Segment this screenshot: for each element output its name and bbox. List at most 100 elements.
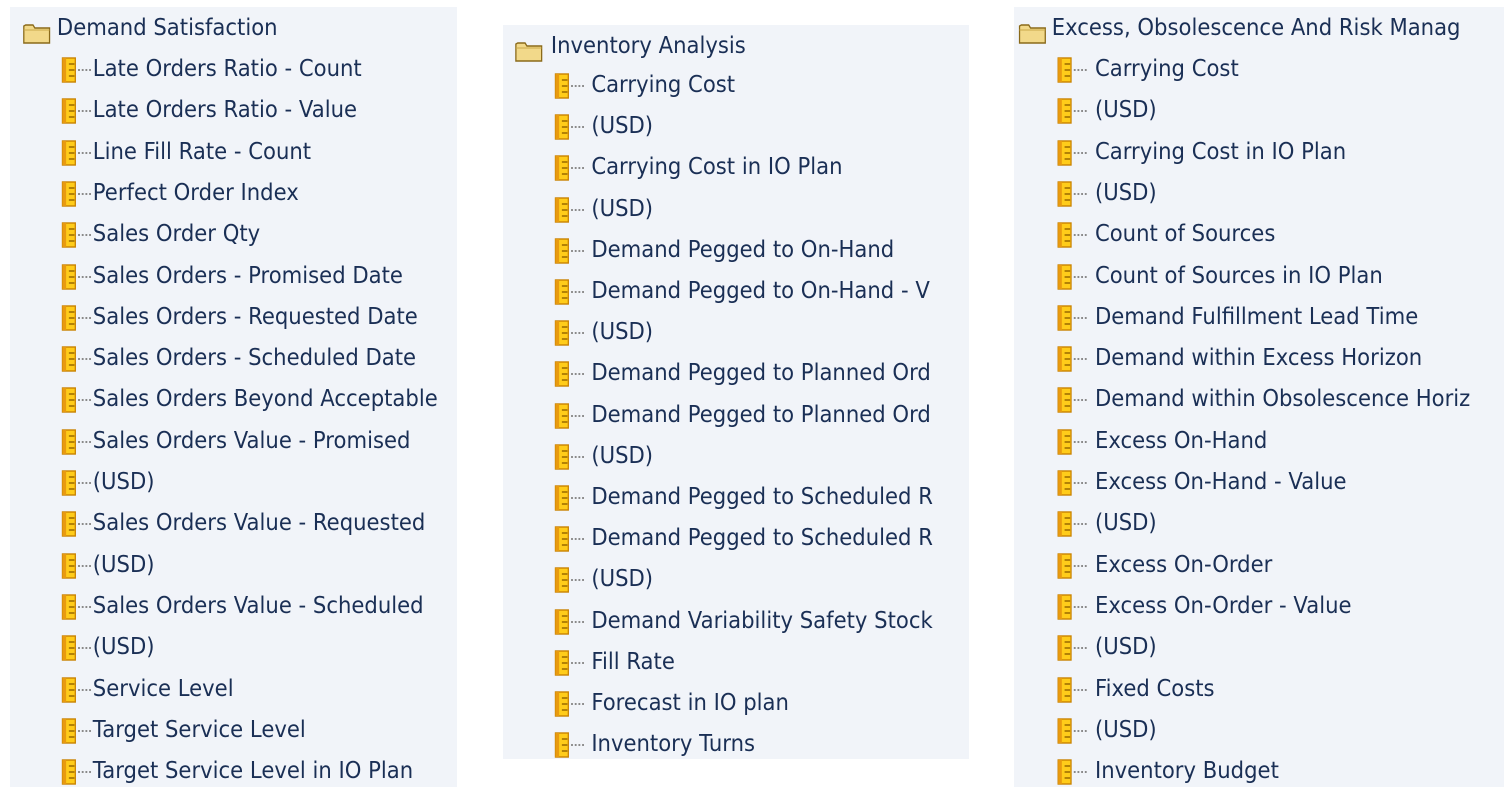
tree-item-label: Perfect Order Index	[92, 179, 299, 206]
tree-item-label: Fill Rate	[591, 648, 675, 675]
tree-connector	[1073, 275, 1087, 280]
tree-item-label: Demand within Excess Horizon	[1094, 345, 1423, 372]
tree-connector	[78, 151, 91, 156]
tree-connector	[78, 399, 91, 403]
measure-icon	[554, 443, 570, 470]
tree-item-label: (USD)	[1094, 179, 1157, 206]
tree-connector	[1073, 151, 1087, 156]
tree-item-label: Line Fill Rate - Count	[92, 138, 312, 165]
measure-icon	[61, 386, 77, 414]
tree-connector	[78, 523, 91, 527]
measure-icon	[554, 690, 570, 717]
tree-item-label: Demand Pegged to Scheduled R	[591, 525, 933, 552]
tree-connector	[1073, 482, 1087, 486]
tree-connector	[571, 167, 584, 171]
tree-connector	[78, 192, 91, 197]
tree-connector	[571, 744, 584, 748]
measure-icon	[61, 593, 77, 620]
measure-icon	[61, 97, 77, 124]
tree-item-label: Service Level	[92, 675, 234, 702]
tree-connector	[1073, 605, 1087, 610]
tree-item-label: Excess On-Order - Value	[1094, 592, 1352, 619]
tree-connector	[1073, 234, 1087, 238]
tree-connector	[1073, 564, 1087, 569]
tree-connector	[1073, 316, 1087, 321]
tree-connector	[78, 440, 91, 445]
tree-connector	[78, 234, 91, 238]
tree-connector	[78, 647, 91, 651]
tree-connector	[78, 69, 91, 73]
measure-icon	[61, 345, 77, 372]
measure-icon	[554, 196, 570, 223]
tree-item-label: Inventory Budget	[1094, 758, 1279, 785]
tree-item-label: Carrying Cost in IO Plan	[1094, 138, 1347, 165]
folder-label: Inventory Analysis	[550, 33, 746, 59]
tree-item-label: Sales Orders - Promised Date	[92, 262, 403, 289]
tree-connector	[1073, 110, 1087, 114]
tree-connector	[78, 564, 91, 569]
measure-icon	[1057, 510, 1072, 537]
measure-icon	[61, 263, 77, 290]
folder-icon	[23, 17, 51, 44]
measure-icon	[61, 221, 77, 248]
tree-connector	[78, 275, 91, 280]
tree-connector	[571, 332, 584, 336]
tree-connector	[571, 455, 584, 460]
tree-item-label: (USD)	[591, 113, 654, 140]
tree-connector	[78, 729, 91, 734]
tree-item-label: (USD)	[92, 469, 155, 495]
tree-connector	[571, 249, 584, 254]
tree-item-label: Late Orders Ratio - Count	[92, 56, 362, 82]
tree-connector	[571, 373, 584, 377]
measure-icon	[554, 237, 570, 264]
tree-item-label: Sales Orders Value - Requested	[92, 510, 426, 537]
tree-item-label: Count of Sources	[1094, 221, 1276, 248]
tree-item-label: (USD)	[92, 551, 155, 578]
measure-icon	[1057, 97, 1072, 124]
measure-icon	[554, 525, 570, 552]
tree-item-label: Demand Variability Safety Stock	[591, 607, 933, 634]
tree-item-label: (USD)	[1094, 634, 1157, 661]
tree-item-label: Sales Orders Value - Promised	[92, 427, 411, 454]
measure-icon	[1057, 469, 1072, 496]
measure-icon	[1057, 56, 1072, 83]
tree-connector	[571, 208, 584, 213]
measure-icon	[1057, 345, 1072, 372]
tree-item-label: (USD)	[92, 634, 155, 661]
measure-icon	[554, 319, 570, 346]
measure-icon	[1057, 717, 1072, 744]
tree-connector	[571, 497, 584, 501]
measure-icon	[1057, 593, 1072, 620]
tree-connector	[1073, 69, 1087, 73]
measure-icon	[1057, 304, 1072, 331]
tree-item-label: (USD)	[591, 195, 654, 222]
measure-icon	[554, 360, 570, 388]
tree-item-label: (USD)	[1094, 716, 1157, 743]
measure-icon	[61, 428, 77, 455]
measure-icon	[1057, 676, 1072, 703]
measure-icon	[554, 402, 570, 429]
tree-connector	[1073, 358, 1087, 362]
tree-item-label: Carrying Cost in IO Plan	[591, 154, 843, 181]
measure-icon	[61, 758, 77, 785]
tree-item-label: Demand Fulfillment Lead Time	[1094, 303, 1419, 330]
measure-icon	[1057, 263, 1072, 290]
tree-connector	[571, 85, 584, 89]
folder-icon	[515, 35, 543, 62]
tree-connector	[571, 538, 584, 542]
measure-icon	[61, 717, 77, 744]
tree-connector	[571, 291, 584, 295]
demand-satisfaction-tree: Demand Satisfaction Late Orders Ratio - C…	[10, 7, 457, 787]
tree-item-label: Demand Pegged to On-Hand - V	[591, 278, 930, 304]
measure-icon	[61, 56, 77, 83]
tree-connector	[1073, 729, 1087, 734]
tree-item-label: Excess On-Order	[1094, 551, 1273, 578]
tree-connector	[1073, 771, 1087, 775]
tree-connector	[78, 482, 91, 486]
tree-item-label: Inventory Turns	[591, 731, 756, 758]
tree-connector	[571, 620, 584, 625]
tree-item-label: Count of Sources in IO Plan	[1094, 262, 1383, 289]
tree-connector	[571, 579, 584, 583]
measure-icon	[554, 154, 570, 182]
measure-icon	[1057, 634, 1072, 661]
